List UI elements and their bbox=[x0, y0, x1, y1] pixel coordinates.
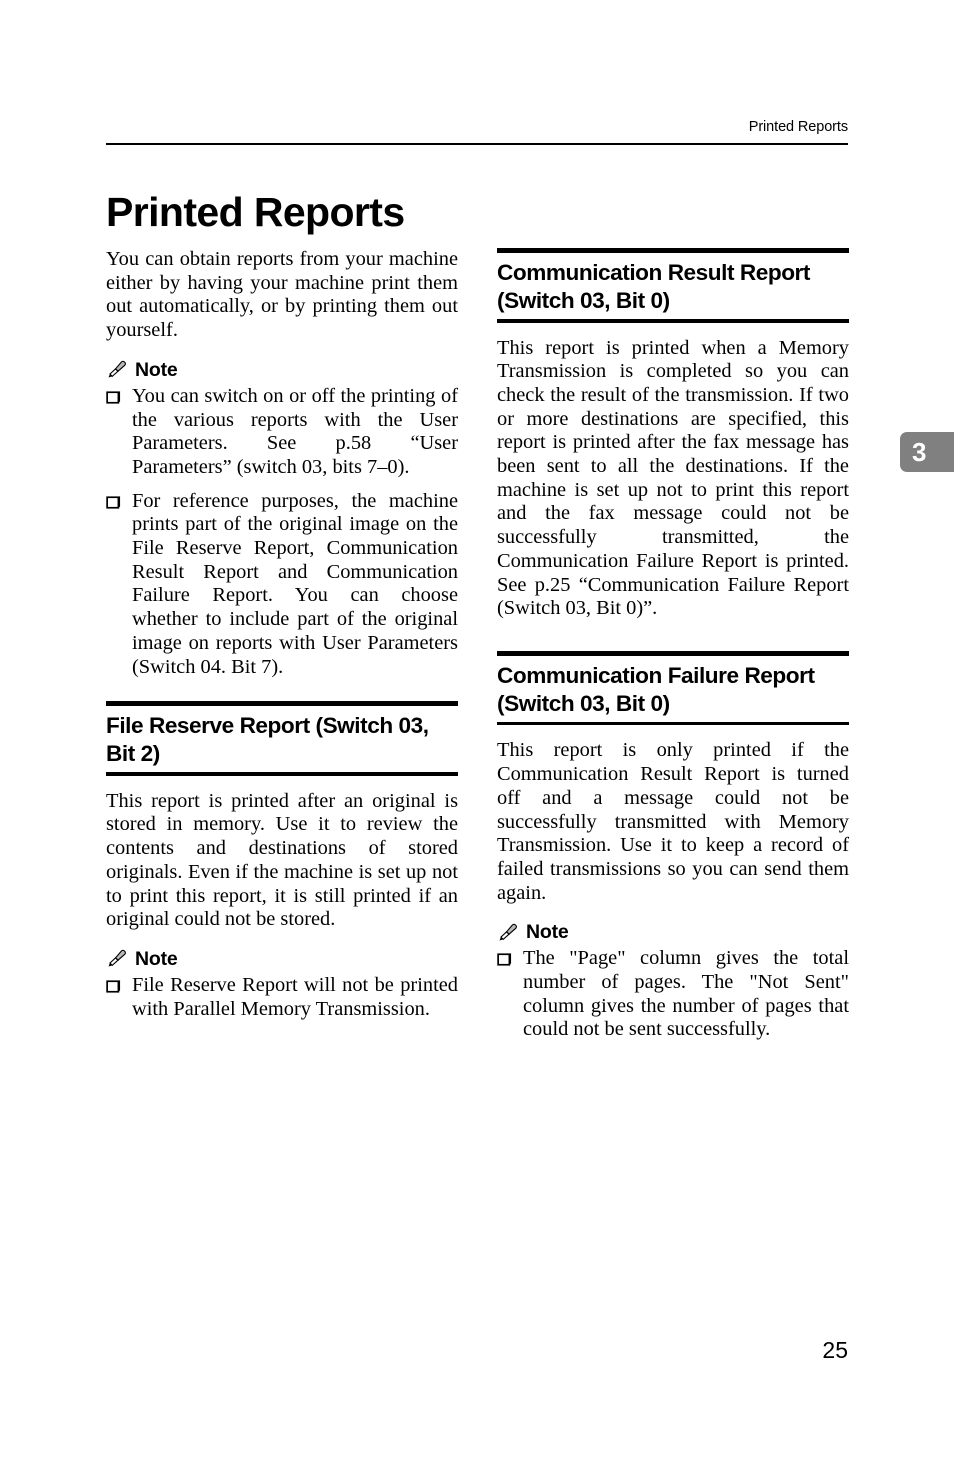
running-header: Printed Reports bbox=[106, 118, 848, 136]
page-number: 25 bbox=[822, 1337, 848, 1363]
chapter-tab-number: 3 bbox=[912, 437, 927, 467]
section-body: This report is printed when a Memory Tra… bbox=[497, 336, 849, 620]
note-label: Note bbox=[526, 921, 569, 944]
section-body: This report is printed after an original… bbox=[106, 789, 458, 931]
section-communication-failure-report: Communication Failure Report (Switch 03,… bbox=[497, 650, 849, 1042]
note-list-item: For reference purposes, the machine prin… bbox=[106, 490, 458, 680]
header-divider bbox=[106, 143, 848, 145]
note-heading: Note bbox=[106, 359, 458, 382]
section-title: Communication Failure Report (Switch 03,… bbox=[497, 662, 815, 716]
note-text: You can switch on or off the printing of… bbox=[132, 384, 458, 478]
right-column: Communication Result Report (Switch 03, … bbox=[497, 248, 849, 1042]
section-title: Communication Result Report (Switch 03, … bbox=[497, 260, 810, 313]
note-text: The "Page" column gives the total number… bbox=[523, 947, 849, 1041]
checkbox-square-icon bbox=[497, 947, 523, 967]
note-label: Note bbox=[135, 358, 178, 381]
pencil-icon bbox=[497, 923, 519, 943]
note-list-item: You can switch on or off the printing of… bbox=[106, 385, 458, 480]
note-heading: Note bbox=[106, 948, 458, 971]
note-text: File Reserve Report will not be printed … bbox=[132, 973, 458, 1020]
section-title: File Reserve Report (Switch 03, Bit 2) bbox=[106, 713, 429, 767]
pencil-icon bbox=[106, 360, 128, 380]
section-rule-top bbox=[497, 248, 849, 253]
page-title: Printed Reports bbox=[106, 189, 405, 236]
note-heading: Note bbox=[497, 921, 849, 944]
section-body: This report is only printed if the Commu… bbox=[497, 739, 849, 904]
left-column: You can obtain reports from your machine… bbox=[106, 248, 458, 1021]
section-communication-result-report: Communication Result Report (Switch 03, … bbox=[497, 248, 849, 621]
note-label: Note bbox=[135, 947, 178, 970]
note-list-item: The "Page" column gives the total number… bbox=[497, 947, 849, 1042]
running-header-text: Printed Reports bbox=[748, 119, 848, 135]
section-file-reserve-report: File Reserve Report (Switch 03, Bit 2) T… bbox=[106, 701, 458, 1021]
pencil-icon bbox=[106, 949, 128, 969]
intro-paragraph: You can obtain reports from your machine… bbox=[106, 248, 458, 342]
checkbox-square-icon bbox=[106, 490, 132, 510]
section-rule-top bbox=[497, 650, 849, 656]
chapter-tab: 3 bbox=[900, 432, 954, 472]
note-list-item: File Reserve Report will not be printed … bbox=[106, 974, 458, 1021]
note-text: For reference purposes, the machine prin… bbox=[132, 489, 458, 678]
checkbox-square-icon bbox=[106, 385, 132, 405]
checkbox-square-icon bbox=[106, 974, 132, 994]
section-rule-top bbox=[106, 701, 458, 707]
